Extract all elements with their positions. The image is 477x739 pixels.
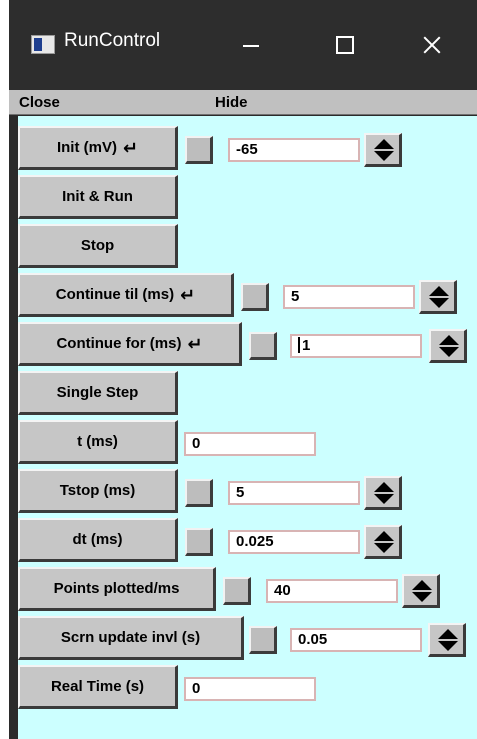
dt-spinner-icon[interactable] [364,525,402,559]
enter-arrow-icon: ↵ [187,333,203,354]
stop-button[interactable]: Stop [18,224,178,268]
real-time-label: Real Time (s) [50,678,145,695]
t-value-field[interactable]: 0 [184,432,316,456]
init-run-label: Init & Run [62,188,133,205]
t-button[interactable]: t (ms) [18,420,178,464]
continue-for-value-field[interactable]: 1 [290,334,422,358]
dt-label: dt (ms) [72,531,123,548]
dt-value-field[interactable]: 0.025 [228,530,360,554]
tstop-spinner-icon[interactable] [364,476,402,510]
continue-for-checkbox[interactable] [249,332,277,360]
dt-checkbox[interactable] [185,528,213,556]
continue-til-button[interactable]: Continue til (ms) ↵ [18,273,234,317]
window-icon [31,35,55,54]
tstop-button[interactable]: Tstop (ms) [18,469,178,513]
init-spinner-icon[interactable] [364,133,402,167]
menu-bar: Close Hide [9,90,477,115]
enter-arrow-icon: ↵ [122,137,139,158]
title-bar[interactable]: RunControl [9,0,477,90]
real-time-value-field[interactable]: 0 [184,677,316,701]
runcontrol-window: RunControl Close Hide Init (mV) ↵ -65 In… [9,0,477,739]
continue-for-label: Continue for (ms) [56,335,182,352]
single-step-button[interactable]: Single Step [18,371,178,415]
enter-arrow-icon: ↵ [180,284,196,305]
continue-til-spinner-icon[interactable] [419,280,457,314]
init-button[interactable]: Init (mV) ↵ [18,126,178,170]
tstop-checkbox[interactable] [185,479,213,507]
tstop-value-field[interactable]: 5 [228,481,360,505]
init-value-field[interactable]: -65 [228,138,360,162]
points-plotted-button[interactable]: Points plotted/ms [18,567,216,611]
points-plotted-label: Points plotted/ms [53,580,180,597]
window-title: RunControl [64,30,161,51]
stop-label: Stop [80,237,115,254]
real-time-button[interactable]: Real Time (s) [18,665,178,709]
continue-til-value-field[interactable]: 5 [283,285,415,309]
control-panel: Init (mV) ↵ -65 Init & Run Stop Continue… [18,116,477,739]
text-cursor [298,337,300,353]
tstop-label: Tstop (ms) [59,482,136,499]
menu-hide[interactable]: Hide [215,94,248,111]
scrn-update-label: Scrn update invl (s) [60,629,201,646]
continue-til-label: Continue til (ms) [55,286,175,303]
single-step-label: Single Step [56,384,139,401]
scrn-update-checkbox[interactable] [249,626,277,654]
points-plotted-spinner-icon[interactable] [402,574,440,608]
continue-for-button[interactable]: Continue for (ms) ↵ [18,322,242,366]
scrn-update-value-field[interactable]: 0.05 [290,628,422,652]
continue-til-checkbox[interactable] [241,283,269,311]
minimize-icon[interactable] [227,24,273,66]
dt-button[interactable]: dt (ms) [18,518,178,562]
continue-for-spinner-icon[interactable] [429,329,467,363]
t-label: t (ms) [77,433,118,450]
scrn-update-button[interactable]: Scrn update invl (s) [18,616,244,660]
close-icon[interactable] [409,24,455,66]
menu-close[interactable]: Close [19,94,60,111]
maximize-icon[interactable] [321,24,367,66]
init-button-label: Init (mV) [56,139,117,156]
scrn-update-spinner-icon[interactable] [428,623,466,657]
points-plotted-checkbox[interactable] [223,577,251,605]
init-run-button[interactable]: Init & Run [18,175,178,219]
points-plotted-value-field[interactable]: 40 [266,579,398,603]
init-checkbox[interactable] [185,136,213,164]
